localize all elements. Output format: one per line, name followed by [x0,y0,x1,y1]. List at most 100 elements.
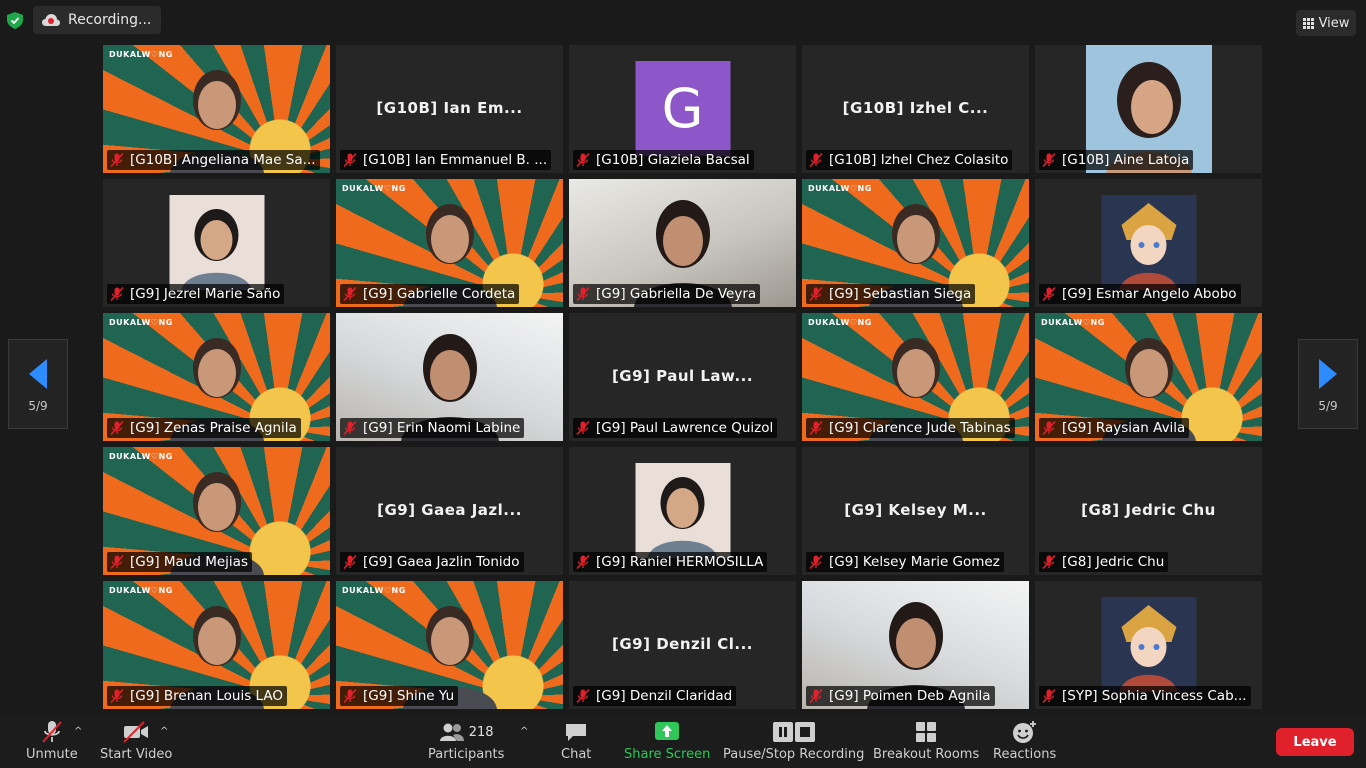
breakout-rooms-button[interactable]: Breakout Rooms [873,720,979,766]
muted-microphone-icon [343,421,357,435]
participant-tile[interactable]: [G9] Esmar Angelo Abobo [1035,179,1262,307]
participant-tile[interactable]: [SYP] Sophia Vincess Cab... [1035,581,1262,709]
reactions-button[interactable]: Reactions [993,720,1056,766]
participant-tile[interactable]: DUKALW♡NG [G9] Clarence Jude Tabinas [802,313,1029,441]
participant-tile[interactable]: [G10B] Ian Em... [G10B] Ian Emmanuel B. .… [336,45,563,173]
chat-icon [566,724,587,741]
participant-tile[interactable]: [G9] Gabriella De Veyra [569,179,796,307]
participant-tile[interactable]: DUKALW♡NG [G10B] Angeliana Mae Sa... [103,45,330,173]
muted-microphone-icon [343,287,357,301]
pause-stop-recording-button[interactable]: Pause/Stop Recording [723,720,864,766]
participant-display-name: [G9] Paul Law... [611,367,754,385]
participant-name: [G10B] Ian Emmanuel B. ... [363,152,548,168]
start-video-label: Start Video [100,747,173,762]
muted-microphone-icon [110,689,124,703]
participant-tile[interactable]: [G9] Gaea Jazl... [G9] Gaea Jazlin Tonido [336,447,563,575]
muted-microphone-icon [576,153,590,167]
participant-display-name: [G9] Kelsey M... [844,501,987,519]
participants-button[interactable]: 218 Participants [428,720,504,766]
leave-button[interactable]: Leave [1276,728,1354,756]
participant-name-label: [G9] Clarence Jude Tabinas [806,418,1015,438]
page-indicator-left: 5/9 [28,399,48,413]
participant-name: [G10B] Glaziela Bacsal [596,152,750,168]
view-button[interactable]: View [1296,10,1356,36]
participant-tile[interactable]: DUKALW♡NG [G9] Shine Yu [336,581,563,709]
page-indicator-right: 5/9 [1318,399,1338,413]
participant-tile[interactable]: DUKALW♡NG [G9] Brenan Louis LAO [103,581,330,709]
participant-name-label: [G10B] Aine Latoja [1039,150,1194,170]
participant-tile[interactable]: DUKALW♡NG [G9] Maud Mejias [103,447,330,575]
profile-avatar: G [635,61,730,156]
muted-microphone-icon [343,689,357,703]
participants-icon [439,723,464,741]
participant-tile[interactable]: [G9] Raniel HERMOSILLA [569,447,796,575]
muted-microphone-icon [343,153,357,167]
muted-microphone-icon [1042,421,1056,435]
arrow-left-icon [29,359,47,389]
unmute-button[interactable]: Unmute [26,720,78,766]
participant-name-label: [G9] Sebastian Siega [806,284,976,304]
participant-tile[interactable]: [G10B] Izhel C... [G10B] Izhel Chez Colas… [802,45,1029,173]
security-shield-icon[interactable] [7,12,23,29]
audio-options-caret[interactable]: ^ [74,726,82,737]
participant-name-label: [G10B] Glaziela Bacsal [573,150,754,170]
next-page-button[interactable]: 5/9 [1298,339,1358,429]
arrow-right-icon [1319,359,1337,389]
muted-microphone-icon [42,721,62,743]
muted-microphone-icon [1042,153,1056,167]
participant-name-label: [G9] Gabriella De Veyra [573,284,761,304]
muted-microphone-icon [809,421,823,435]
participant-tile[interactable]: G [G10B] Glaziela Bacsal [569,45,796,173]
participant-name: [G9] Denzil Claridad [596,688,733,704]
share-screen-button[interactable]: Share Screen [624,720,710,766]
muted-microphone-icon [576,287,590,301]
muted-microphone-icon [576,555,590,569]
meeting-toolbar: Unmute ^ Start Video ^ 218 Participants … [0,716,1366,768]
profile-photo [1101,195,1196,290]
participant-tile[interactable]: DUKALW♡NG [G9] Raysian Avila [1035,313,1262,441]
participant-name-label: [G9] Erin Naomi Labine [340,418,525,438]
muted-microphone-icon [1042,689,1056,703]
participant-name: [G9] Clarence Jude Tabinas [829,420,1011,436]
video-options-caret[interactable]: ^ [160,726,168,737]
participant-name: [G8] Jedric Chu [1062,554,1165,570]
recording-indicator[interactable]: Recording... [33,6,161,34]
participant-tile[interactable]: DUKALW♡NG [G9] Zenas Praise Agnila [103,313,330,441]
profile-photo [169,195,264,290]
participant-tile[interactable]: [G9] Paul Law... [G9] Paul Lawrence Quizo… [569,313,796,441]
previous-page-button[interactable]: 5/9 [8,339,68,429]
participant-name: [G9] Gaea Jazlin Tonido [363,554,520,570]
participant-name-label: [G9] Esmar Angelo Abobo [1039,284,1241,304]
pause-stop-label: Pause/Stop Recording [723,747,865,762]
reactions-label: Reactions [993,747,1057,762]
muted-microphone-icon [809,153,823,167]
participant-tile[interactable]: DUKALW♡NG [G9] Sebastian Siega [802,179,1029,307]
view-label: View [1318,15,1350,31]
muted-microphone-icon [110,287,124,301]
participant-tile[interactable]: [G9] Denzil Cl... [G9] Denzil Claridad [569,581,796,709]
participant-tile[interactable]: [G9] Erin Naomi Labine [336,313,563,441]
participant-name: [G9] Erin Naomi Labine [363,420,521,436]
participant-name: [G9] Paul Lawrence Quizol [596,420,774,436]
unmute-label: Unmute [26,747,78,762]
muted-microphone-icon [576,689,590,703]
participant-count: 218 [468,724,494,740]
participant-name: [G9] Gabriella De Veyra [596,286,757,302]
participant-tile[interactable]: [G9] Jezrel Marie Saño [103,179,330,307]
participant-tile[interactable]: [G9] Kelsey M... [G9] Kelsey Marie Gomez [802,447,1029,575]
chat-button[interactable]: Chat [561,720,591,766]
participant-name-label: [G10B] Angeliana Mae Sa... [107,150,320,170]
recording-label: Recording... [68,12,152,28]
participant-name: [G9] Esmar Angelo Abobo [1062,286,1237,302]
participants-options-caret[interactable]: ^ [520,726,528,737]
chat-label: Chat [561,747,592,762]
participant-display-name: [G8] Jedric Chu [1081,501,1216,519]
participant-tile[interactable]: [G8] Jedric Chu [G8] Jedric Chu [1035,447,1262,575]
participant-tile[interactable]: DUKALW♡NG [G9] Gabrielle Cordeta [336,179,563,307]
participant-name: [G9] Zenas Praise Agnila [130,420,297,436]
muted-microphone-icon [576,421,590,435]
participant-tile[interactable]: [G9] Poimen Deb Agnila [802,581,1029,709]
participant-tile[interactable]: [G10B] Aine Latoja [1035,45,1262,173]
participant-name: [G10B] Aine Latoja [1062,152,1190,168]
participant-name-label: [G9] Brenan Louis LAO [107,686,288,706]
